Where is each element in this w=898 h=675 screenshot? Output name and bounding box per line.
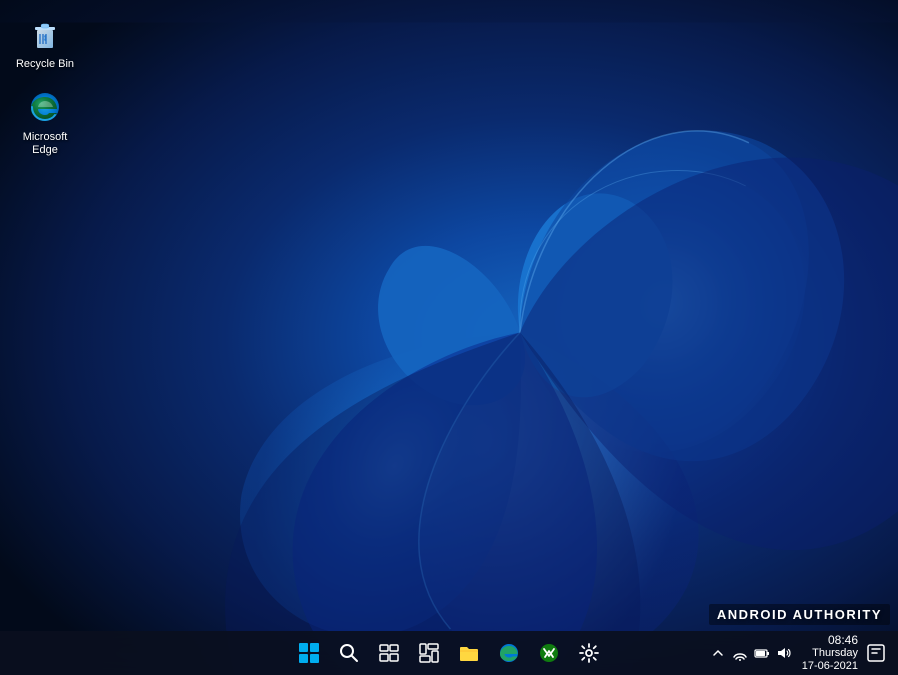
desktop-icons: Recycle Bin	[10, 10, 80, 162]
clock-time: 08:46	[828, 633, 858, 647]
taskbar-center	[291, 635, 607, 671]
tray-battery-icon[interactable]	[752, 643, 772, 663]
edge-image	[25, 87, 65, 127]
watermark-brand: ANDROID AUTHORITY	[717, 607, 882, 622]
taskbar: 08:46 Thursday 17-06-2021	[0, 631, 898, 675]
notification-center-button[interactable]	[862, 639, 890, 667]
search-button[interactable]	[331, 635, 367, 671]
edge-taskbar-button[interactable]	[491, 635, 527, 671]
watermark-line1: ANDROID	[717, 607, 788, 622]
watermark: ANDROID AUTHORITY	[709, 604, 890, 625]
task-view-button[interactable]	[371, 635, 407, 671]
clock-date: 17-06-2021	[802, 660, 858, 673]
file-explorer-button[interactable]	[451, 635, 487, 671]
clock-day: Thursday	[812, 647, 858, 660]
start-button[interactable]	[291, 635, 327, 671]
edge-label: Microsoft Edge	[14, 131, 76, 157]
xbox-button[interactable]	[531, 635, 567, 671]
desktop: Recycle Bin	[0, 0, 898, 675]
recycle-bin-icon[interactable]: Recycle Bin	[10, 10, 80, 75]
settings-button[interactable]	[571, 635, 607, 671]
wallpaper	[0, 0, 898, 675]
recycle-bin-label: Recycle Bin	[16, 58, 74, 71]
datetime-block[interactable]: 08:46 Thursday 17-06-2021	[802, 633, 858, 674]
widgets-button[interactable]	[411, 635, 447, 671]
tray-chevron-up[interactable]	[708, 643, 728, 663]
tray-network-icon[interactable]	[730, 643, 750, 663]
edge-icon[interactable]: Microsoft Edge	[10, 83, 80, 161]
recycle-bin-image	[25, 14, 65, 54]
watermark-line2: AUTHORITY	[793, 607, 882, 622]
system-tray	[708, 643, 794, 663]
tray-speaker-icon[interactable]	[774, 643, 794, 663]
taskbar-right: 08:46 Thursday 17-06-2021	[708, 631, 898, 675]
